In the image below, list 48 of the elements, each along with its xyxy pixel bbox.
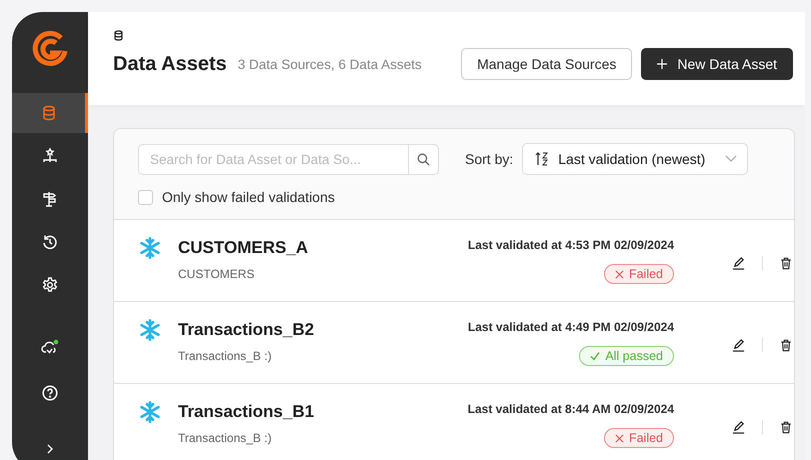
cloud-status-icon — [41, 339, 59, 355]
edit-icon[interactable] — [732, 420, 745, 434]
asset-source: Transactions_B :) — [178, 431, 273, 445]
page-subtitle: 3 Data Sources, 6 Data Assets — [238, 56, 422, 72]
database-icon — [113, 30, 124, 41]
asset-name[interactable]: Transactions_B1 — [178, 402, 398, 422]
asset-name[interactable]: CUSTOMERS_A — [178, 238, 398, 258]
sort-label: Sort by: — [465, 151, 514, 167]
settings-icon — [42, 277, 58, 293]
search-field[interactable]: Search for Data Asset or Data So... — [138, 144, 409, 174]
last-validated-text: Last validated at 8:44 AM 02/09/2024 — [468, 402, 674, 416]
asset-name[interactable]: Transactions_B2 — [178, 320, 398, 340]
hierarchy-icon — [42, 148, 58, 164]
asset-row[interactable]: Transactions_B1 Transactions_B :) Last validated at 8:44 AM 02/09/2024 Failed — [114, 384, 794, 460]
last-validated-text: Last validated at 4:49 PM 02/09/2024 — [468, 320, 674, 334]
signpost-icon — [42, 191, 58, 207]
asset-source: CUSTOMERS — [178, 267, 256, 281]
asset-source: Transactions_B :) — [178, 349, 273, 363]
checkbox-label: Only show failed validations — [162, 189, 335, 205]
snowflake-icon — [138, 400, 162, 424]
status-badge: Failed — [604, 264, 674, 284]
asset-row[interactable]: Transactions_B2 Transactions_B :) Last validated at 4:49 PM 02/09/2024 All passed — [114, 302, 794, 384]
asset-row[interactable]: CUSTOMERS_A CUSTOMERS Last validated at 4:53 PM 02/09/2024 Failed — [114, 220, 794, 302]
manage-sources-button[interactable]: Manage Data Sources — [461, 48, 632, 80]
plus-icon — [657, 59, 668, 69]
snowflake-icon — [138, 318, 162, 342]
database-icon — [40, 105, 56, 121]
last-validated-text: Last validated at 4:53 PM 02/09/2024 — [468, 238, 674, 252]
sort-icon — [535, 152, 550, 166]
search-button[interactable] — [409, 144, 439, 174]
delete-icon[interactable] — [780, 338, 792, 352]
status-badge: All passed — [579, 346, 674, 366]
logo-icon — [30, 29, 70, 69]
expand-chevron-icon[interactable] — [45, 444, 55, 454]
history-icon — [42, 234, 58, 250]
failed-only-checkbox[interactable] — [138, 190, 153, 204]
sort-dropdown[interactable]: Last validation (newest) — [522, 143, 748, 175]
delete-icon[interactable] — [780, 256, 792, 270]
snowflake-icon — [138, 236, 162, 260]
page-title: Data Assets — [113, 52, 227, 76]
search-icon — [417, 152, 430, 166]
help-icon — [42, 385, 58, 401]
delete-icon[interactable] — [780, 420, 792, 434]
edit-icon[interactable] — [732, 256, 745, 270]
status-badge: Failed — [604, 428, 674, 448]
chevron-down-icon — [725, 155, 738, 163]
new-asset-button[interactable]: New Data Asset — [641, 48, 793, 80]
edit-icon[interactable] — [732, 338, 745, 352]
